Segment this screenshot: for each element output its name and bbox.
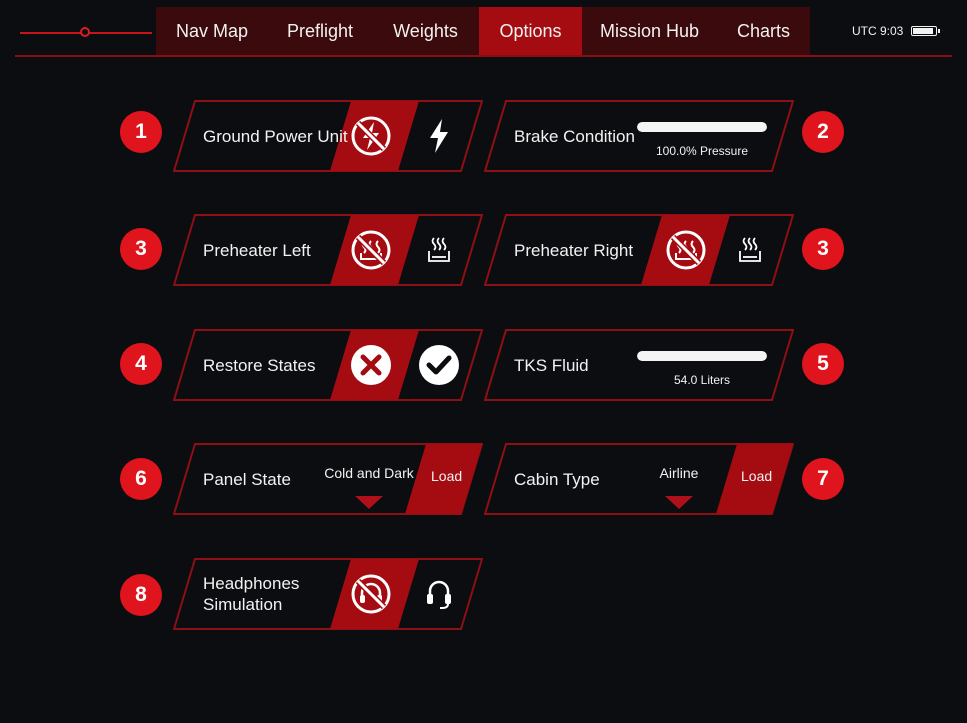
option-preheater-right: Preheater Right (484, 214, 794, 286)
no-heat-icon (666, 230, 706, 270)
tks-fluid-text: 54.0 Liters (673, 373, 731, 387)
tab-preflight[interactable]: Preflight (268, 7, 372, 55)
headphones-off-button[interactable] (347, 572, 395, 616)
battery-icon (911, 26, 941, 36)
badge-restore-states: 4 (120, 343, 162, 385)
tab-options[interactable]: Options (479, 7, 582, 55)
brightness-slider[interactable] (20, 25, 152, 41)
no-headset-icon (351, 574, 391, 614)
brake-label: Brake Condition (514, 126, 635, 146)
no-heat-icon (351, 230, 391, 270)
lightning-icon (430, 119, 448, 153)
panel-state-dropdown-arrow-icon[interactable] (355, 496, 383, 509)
option-cabin-type: Cabin Type Airline Load (484, 443, 794, 515)
panel-state-load-button[interactable]: Load (431, 468, 462, 484)
tab-weights[interactable]: Weights (372, 7, 479, 55)
option-ground-power: Ground Power Unit (173, 100, 483, 172)
x-circle-icon (351, 345, 391, 385)
option-preheater-left: Preheater Left (173, 214, 483, 286)
top-divider (15, 55, 952, 57)
preheater-right-off-button[interactable] (662, 228, 710, 272)
badge-cabin-type: 7 (802, 458, 844, 500)
restore-states-on-button[interactable] (415, 343, 463, 387)
brake-pressure-text: 100.0% Pressure (655, 144, 749, 158)
option-tks-fluid: TKS Fluid 54.0 Liters (484, 329, 794, 401)
badge-brake: 2 (802, 111, 844, 153)
tab-mission-hub[interactable]: Mission Hub (582, 7, 717, 55)
option-restore-states: Restore States (173, 329, 483, 401)
option-panel-state: Panel State Cold and Dark Load (173, 443, 483, 515)
no-power-icon (351, 116, 391, 156)
cabin-type-dropdown-arrow-icon[interactable] (665, 496, 693, 509)
badge-headphones: 8 (120, 574, 162, 616)
restore-states-off-button[interactable] (347, 343, 395, 387)
panel-state-select[interactable]: Cold and Dark (319, 465, 419, 481)
heat-icon (739, 237, 761, 262)
headset-icon (427, 580, 451, 609)
preheater-left-label: Preheater Left (203, 240, 311, 260)
preheater-right-on-button[interactable] (726, 228, 774, 272)
main-nav: Nav Map Preflight Weights Options Missio… (156, 7, 810, 55)
option-brake-condition: Brake Condition 100.0% Pressure (484, 100, 794, 172)
preheater-left-on-button[interactable] (415, 228, 463, 272)
badge-tks-fluid: 5 (802, 343, 844, 385)
tks-fluid-bar (637, 351, 767, 361)
ground-power-off-button[interactable] (347, 114, 395, 158)
status-area: UTC 9:03 (852, 24, 941, 38)
tab-charts[interactable]: Charts (717, 7, 810, 55)
top-bar: Nav Map Preflight Weights Options Missio… (0, 0, 967, 58)
preheater-left-off-button[interactable] (347, 228, 395, 272)
headphones-on-button[interactable] (415, 572, 463, 616)
ground-power-on-button[interactable] (415, 114, 463, 158)
ground-power-label: Ground Power Unit (203, 126, 348, 146)
slider-knob[interactable] (80, 27, 90, 37)
headphones-label: Headphones Simulation (203, 574, 300, 614)
utc-clock: UTC 9:03 (852, 24, 904, 38)
restore-states-label: Restore States (203, 355, 316, 375)
brake-pressure-bar (637, 122, 767, 132)
tab-nav-map[interactable]: Nav Map (156, 7, 268, 55)
badge-ground-power: 1 (120, 111, 162, 153)
tks-fluid-label: TKS Fluid (514, 355, 589, 375)
badge-preheater-left: 3 (120, 228, 162, 270)
check-circle-icon (419, 345, 459, 385)
preheater-right-label: Preheater Right (514, 240, 634, 260)
option-headphones-simulation: Headphones Simulation (173, 558, 483, 630)
cabin-type-load-button[interactable]: Load (741, 468, 772, 484)
cabin-type-select[interactable]: Airline (639, 465, 719, 481)
heat-icon (428, 237, 450, 262)
badge-panel-state: 6 (120, 458, 162, 500)
badge-preheater-right: 3 (802, 228, 844, 270)
